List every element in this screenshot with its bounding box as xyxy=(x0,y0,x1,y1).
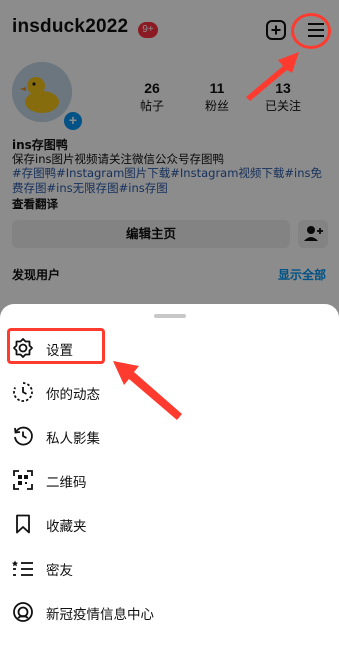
annotation-arrows xyxy=(113,52,299,420)
arrow-to-menu xyxy=(246,52,299,101)
arrow-to-settings xyxy=(113,361,182,420)
